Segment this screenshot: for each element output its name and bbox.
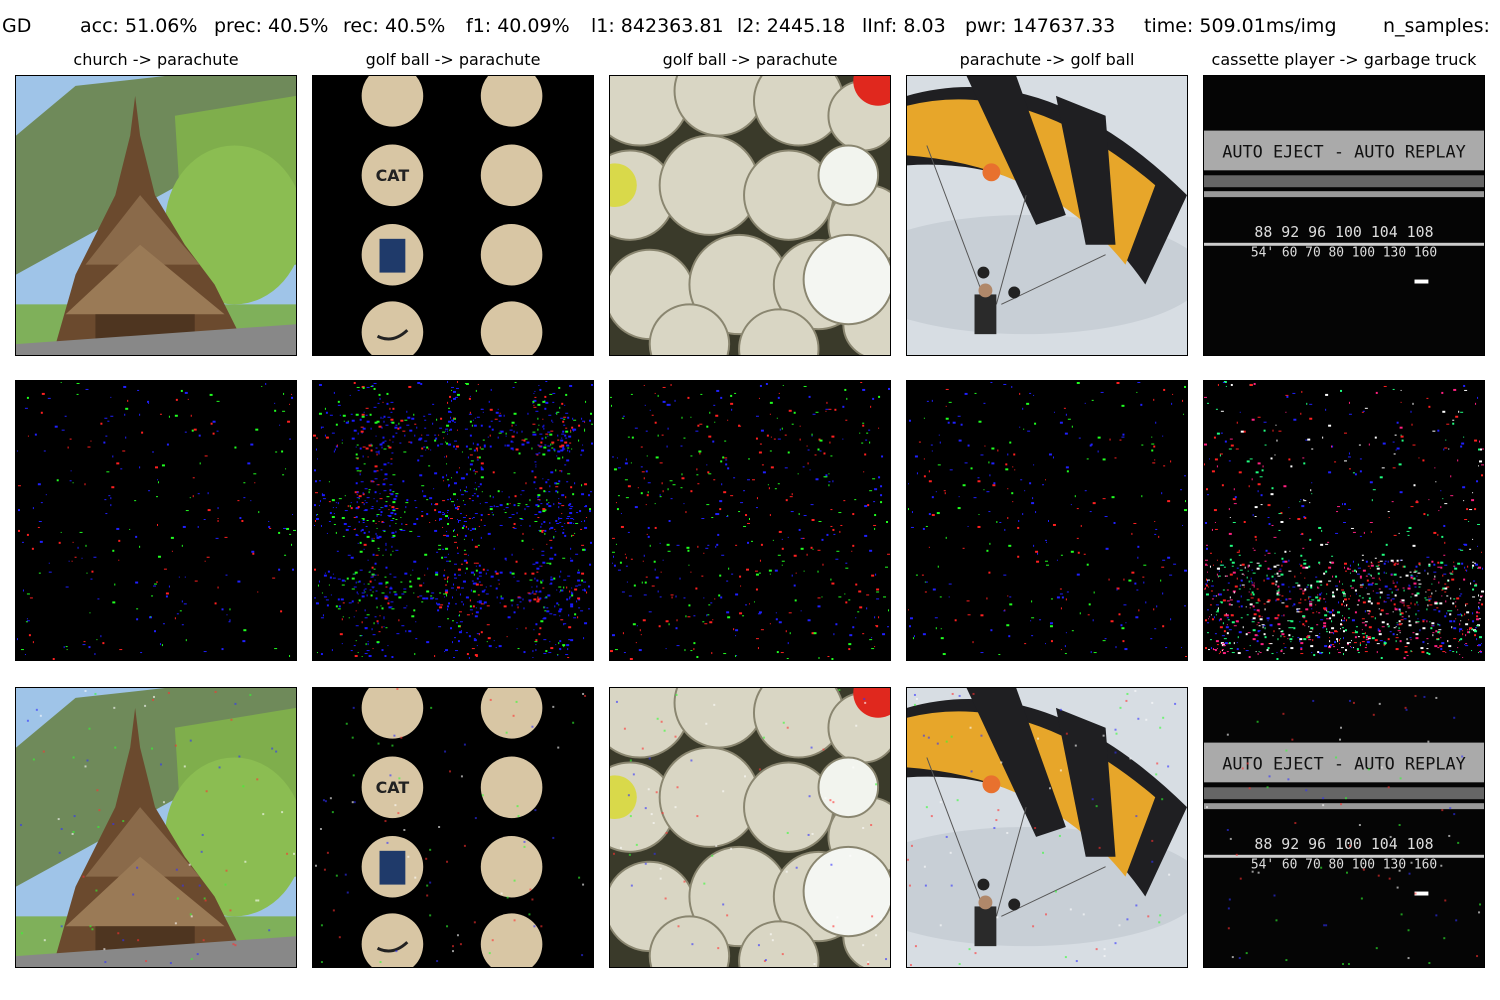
recall-metric: rec: 40.5% [343, 15, 446, 37]
original-image-parachute [906, 75, 1188, 356]
column-title-1: church -> parachute [73, 50, 239, 69]
svg-text:CAT: CAT [376, 778, 410, 797]
accuracy-metric: acc: 51.06% [80, 15, 198, 37]
svg-text:AUTO EJECT - AUTO REPLAY: AUTO EJECT - AUTO REPLAY [1222, 141, 1466, 161]
adversarial-image-parachute [906, 687, 1188, 968]
perturbation-image-golf-ball-pile [609, 380, 891, 661]
linf-metric: lInf: 8.03 [862, 15, 946, 37]
adversarial-image-cassette-player: AUTO EJECT - AUTO REPLAY 88 92 96 100 104… [1203, 687, 1485, 968]
l2-metric: l2: 2445.18 [737, 15, 846, 37]
time-metric: time: 509.01ms/img [1144, 15, 1337, 37]
original-image-cassette-player: AUTO EJECT - AUTO REPLAY 88 92 96 100 104… [1203, 75, 1485, 356]
svg-text:54' 60 70 80 100 130 160: 54' 60 70 80 100 130 160 [1251, 246, 1437, 261]
column-title-5: cassette player -> garbage truck [1211, 50, 1477, 69]
metrics-header: GD acc: 51.06% prec: 40.5% rec: 40.5% f1… [0, 15, 1500, 43]
original-image-golf-ball-pile [609, 75, 891, 356]
svg-text:88 92 96 100 104 108: 88 92 96 100 104 108 [1254, 835, 1433, 853]
svg-text:54' 60 70 80 100 130 160: 54' 60 70 80 100 130 160 [1251, 858, 1437, 873]
f1-metric: f1: 40.09% [466, 15, 570, 37]
precision-metric: prec: 40.5% [214, 15, 329, 37]
original-image-church [15, 75, 297, 356]
perturbation-image-golf-ball-grid [312, 380, 594, 661]
svg-text:88 92 96 100 104 108: 88 92 96 100 104 108 [1254, 223, 1433, 241]
adversarial-image-golf-ball-grid: CAT [312, 687, 594, 968]
adversarial-image-golf-ball-pile [609, 687, 891, 968]
svg-text:CAT: CAT [376, 166, 410, 185]
n-samples-metric: n_samples: [1383, 15, 1490, 37]
column-title-3: golf ball -> parachute [662, 50, 838, 69]
power-metric: pwr: 147637.33 [965, 15, 1116, 37]
column-title-4: parachute -> golf ball [959, 50, 1135, 69]
perturbation-image-cassette-player [1203, 380, 1485, 661]
original-image-golf-ball-grid: CAT [312, 75, 594, 356]
adversarial-image-church [15, 687, 297, 968]
l1-metric: l1: 842363.81 [591, 15, 724, 37]
method-label: GD [2, 15, 32, 37]
column-title-2: golf ball -> parachute [365, 50, 541, 69]
perturbation-image-parachute [906, 380, 1188, 661]
perturbation-image-church [15, 380, 297, 661]
svg-text:AUTO EJECT - AUTO REPLAY: AUTO EJECT - AUTO REPLAY [1222, 753, 1466, 773]
